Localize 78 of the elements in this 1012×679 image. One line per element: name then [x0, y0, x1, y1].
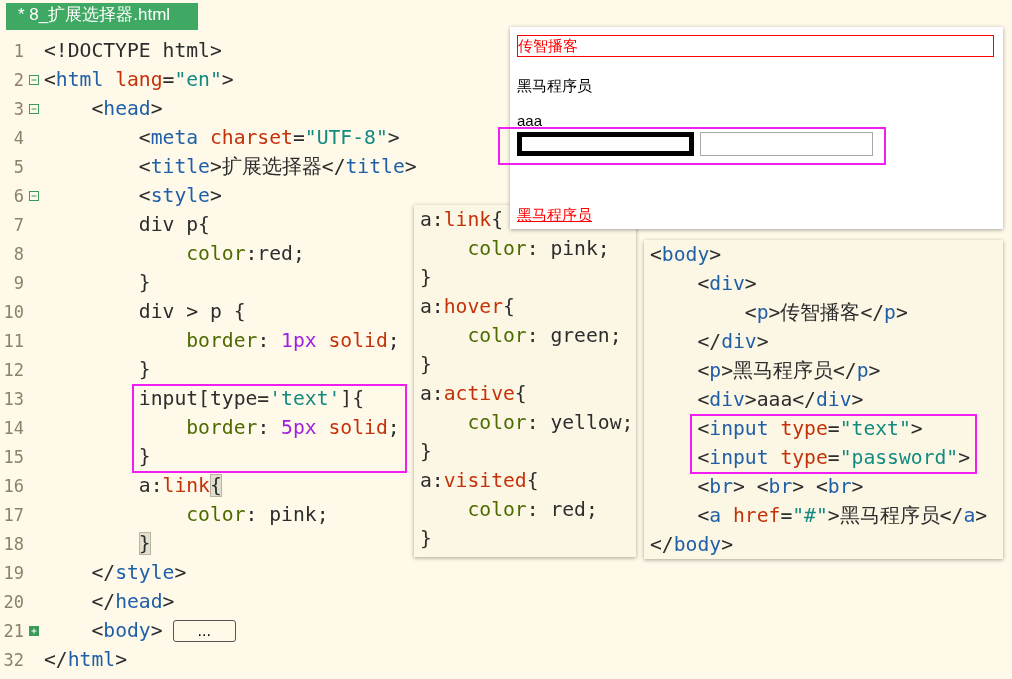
line-number: 11: [2, 330, 24, 351]
code-line: }: [138, 270, 151, 295]
line-number: 8: [12, 243, 24, 264]
code-line: }: [420, 265, 432, 290]
password-field[interactable]: [700, 132, 873, 156]
line-number: 14: [2, 417, 24, 438]
line-number: 6: [12, 185, 24, 206]
line-number: 18: [2, 533, 24, 554]
line-number: 15: [2, 446, 24, 467]
code-line: color: pink;: [186, 502, 329, 527]
code-line: </body>: [650, 532, 733, 557]
code-line: color: green;: [467, 323, 622, 348]
line-number: 4: [12, 127, 24, 148]
code-line: }: [420, 439, 432, 464]
code-line: <!DOCTYPE html>: [44, 38, 222, 63]
line-number: 21: [2, 620, 24, 641]
line-number: 32: [2, 649, 24, 670]
paragraph: 黑马程序员: [517, 76, 593, 96]
code-line: <style>: [138, 183, 222, 208]
code-line: <title>扩展选择器</title>: [138, 154, 417, 179]
code-line: color: yellow;: [467, 410, 634, 435]
code-line: a:link{: [138, 473, 222, 498]
code-line: input[type='text']{: [138, 386, 365, 411]
line-number: 9: [12, 272, 24, 293]
bordered-paragraph: 传智播客: [517, 35, 994, 57]
code-line: div > p {: [138, 299, 246, 324]
code-line: a:active{: [420, 381, 527, 406]
collapse-icon[interactable]: [29, 74, 39, 85]
line-number: 13: [2, 388, 24, 409]
file-tab[interactable]: * 8_扩展选择器.html: [6, 3, 199, 30]
code-line: a:hover{: [420, 294, 515, 319]
code-line: div p{: [138, 212, 210, 237]
collapse-icon[interactable]: [29, 190, 39, 201]
code-line: border: 1px solid;: [186, 328, 400, 353]
text-field[interactable]: [517, 132, 694, 156]
code-line: <meta charset="UTF-8">: [138, 125, 400, 150]
line-number: 10: [2, 301, 24, 322]
code-line: a:visited{: [420, 468, 539, 493]
line-number: 12: [2, 359, 24, 380]
code-line: }: [138, 357, 151, 382]
line-number: 17: [2, 504, 24, 525]
code-line: </html>: [44, 647, 127, 672]
code-line: }: [138, 444, 151, 469]
line-number: 5: [12, 156, 24, 177]
code-line: border: 5px solid;: [186, 415, 400, 440]
line-number: 1: [12, 40, 24, 61]
code-line: }: [420, 526, 432, 551]
code-line: color:red;: [186, 241, 305, 266]
code-line: <html lang="en">: [44, 67, 234, 92]
code-line: <input type="text">: [697, 416, 923, 441]
code-line: <body>: [650, 242, 722, 267]
code-line: <input type="password">: [697, 445, 971, 470]
line-number: 16: [2, 475, 24, 496]
link[interactable]: 黑马程序员: [517, 205, 592, 225]
code-line: color: red;: [467, 497, 598, 522]
line-number: 7: [12, 214, 24, 235]
folded-code-button[interactable]: ...: [172, 619, 236, 642]
collapse-icon[interactable]: [29, 103, 39, 114]
code-line: <body>: [91, 618, 163, 643]
code-line: </div>: [697, 329, 769, 354]
code-line: </style>: [91, 560, 187, 585]
expand-icon[interactable]: [29, 625, 39, 636]
line-number: 3: [12, 98, 24, 119]
code-line: }: [420, 352, 432, 377]
line-number: 19: [2, 562, 24, 583]
code-line: a:link{: [420, 207, 503, 232]
code-line: <div>aaa</div>: [697, 387, 864, 412]
code-line: </head>: [91, 589, 175, 614]
code-line: <p>传智播客</p>: [744, 300, 908, 325]
code-line: color: pink;: [467, 236, 610, 261]
code-line: <a href="#">黑马程序员</a>: [697, 503, 988, 528]
code-line: <head>: [91, 96, 163, 121]
code-line: <p>黑马程序员</p>: [697, 358, 881, 383]
line-number: 2: [12, 69, 24, 90]
line-number: 20: [2, 591, 24, 612]
text-label: aaa: [517, 112, 543, 130]
code-line: <br> <br> <br>: [697, 474, 864, 499]
code-line: <div>: [697, 271, 757, 296]
